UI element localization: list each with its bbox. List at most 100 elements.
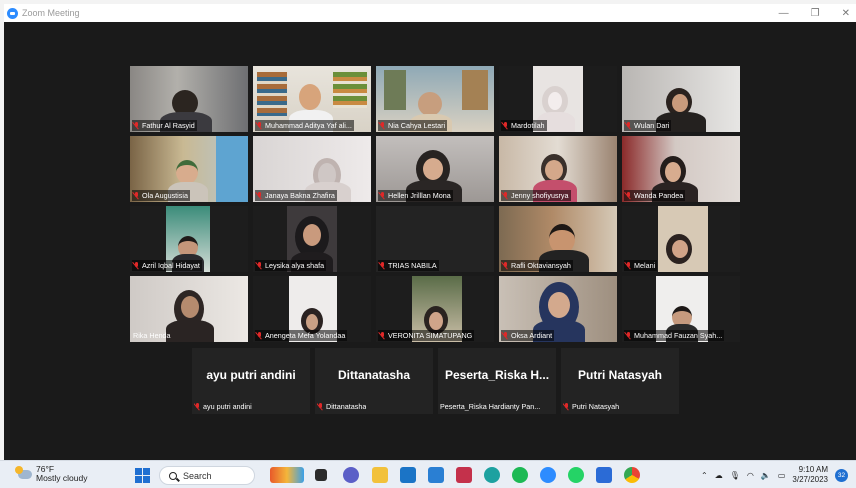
muted-mic-icon (133, 261, 140, 270)
participant-tile[interactable]: Wanda Pandea (622, 136, 740, 202)
participant-display-name: Peserta_Riska H... (444, 368, 550, 382)
participant-name: Oksa Ardiant (511, 331, 553, 340)
video-off-tile[interactable]: Peserta_Riska H... Peserta_Riska Hardian… (438, 348, 556, 414)
participant-tile[interactable]: Leysika alya shafa (253, 206, 371, 272)
participant-name: ayu putri andini (203, 402, 252, 411)
volume-icon[interactable]: 🔈 (761, 471, 771, 480)
muted-mic-icon (502, 331, 509, 340)
widgets-icon[interactable] (270, 467, 304, 483)
participant-name: Azril Iqbal Hidayat (142, 261, 200, 270)
battery-icon[interactable]: ▭ (778, 471, 786, 480)
participant-name: Wulan Dari (634, 121, 670, 130)
zoom-window: Zoom Meeting — ❐ ✕ Fathur Al Rasyid Muha… (0, 0, 856, 460)
participant-tile[interactable]: Muhammad Aditya Yaf ali... (253, 66, 371, 132)
chat-icon[interactable] (343, 467, 359, 483)
participant-name: Leysika alya shafa (265, 261, 325, 270)
microphone-icon[interactable]: 🎙 (730, 471, 740, 480)
weather-description: Mostly cloudy (36, 473, 88, 483)
file-explorer-icon[interactable] (372, 467, 388, 483)
participant-tile[interactable]: Anengeta Mefa Yolandaa (253, 276, 371, 342)
participant-tile[interactable]: Ola Augustisia (130, 136, 248, 202)
chrome-icon[interactable] (624, 467, 640, 483)
learning-app-icon[interactable] (400, 467, 416, 483)
taskbar-search[interactable]: Search (159, 466, 255, 485)
title-bar: Zoom Meeting — ❐ ✕ (4, 4, 856, 22)
muted-mic-icon (256, 261, 263, 270)
participant-name: Jenny shofiyusrya (511, 191, 569, 200)
participant-name: TRIAS NABILA (388, 261, 437, 270)
window-title: Zoom Meeting (22, 8, 80, 18)
participant-tile[interactable]: Nia Cahya Lestari (376, 66, 494, 132)
close-button[interactable]: ✕ (842, 8, 850, 19)
calendar-icon[interactable] (596, 467, 612, 483)
participant-name: VERONITA SIMATUPANG (388, 331, 473, 340)
participant-tile[interactable]: Muhammad Fauzan Syah... (622, 276, 740, 342)
weather-widget[interactable]: 76°F Mostly cloudy (15, 465, 88, 483)
participant-tile[interactable]: Wulan Dari (622, 66, 740, 132)
participant-name: Hellen Jrilllan Mona (388, 191, 451, 200)
zoom-logo-icon (7, 7, 18, 19)
muted-mic-icon (563, 402, 570, 411)
participant-tile[interactable]: VERONITA SIMATUPANG (376, 276, 494, 342)
clock[interactable]: 9:10 AM 3/27/2023 (792, 465, 828, 485)
store-icon[interactable] (428, 467, 444, 483)
participant-name: Rafli Oktaviansyah (511, 261, 571, 270)
participant-name: Muhammad Aditya Yaf ali... (265, 121, 352, 130)
participant-tile-active-speaker[interactable]: Rika Henda (130, 276, 248, 342)
participant-name: Wanda Pandea (634, 191, 684, 200)
muted-mic-icon (256, 121, 263, 130)
task-view-icon[interactable] (315, 469, 327, 481)
muted-mic-icon (625, 331, 632, 340)
participant-display-name: Putri Natasyah (577, 368, 663, 382)
participant-tile[interactable]: Rafli Oktaviansyah (499, 206, 617, 272)
participant-tile[interactable]: Melani (622, 206, 740, 272)
video-off-tile[interactable]: Putri Natasyah Putri Natasyah (561, 348, 679, 414)
participant-tile[interactable]: Janaya Bakna Zhafira (253, 136, 371, 202)
participant-tile[interactable]: Hellen Jrilllan Mona (376, 136, 494, 202)
muted-mic-icon (256, 331, 263, 340)
participant-name: Putri Natasyah (572, 402, 620, 411)
whatsapp-icon[interactable] (568, 467, 584, 483)
muted-mic-icon (502, 261, 509, 270)
edge-icon[interactable] (484, 467, 500, 483)
start-button[interactable] (135, 468, 150, 483)
mcafee-icon[interactable] (456, 467, 472, 483)
muted-mic-icon (625, 121, 632, 130)
maximize-button[interactable]: ❐ (811, 8, 820, 19)
video-off-tile[interactable]: Dittanatasha Dittanatasha (315, 348, 433, 414)
muted-mic-icon (317, 402, 324, 411)
muted-mic-icon (256, 191, 263, 200)
wifi-icon[interactable]: ◠ (747, 471, 754, 480)
participant-name: Melani (634, 261, 656, 270)
participant-tile[interactable]: Azril Iqbal Hidayat (130, 206, 248, 272)
participant-tile[interactable]: Mardotilah (499, 66, 617, 132)
search-icon (169, 471, 177, 480)
participant-name: Janaya Bakna Zhafira (265, 191, 335, 200)
gallery-view: Fathur Al Rasyid Muhammad Aditya Yaf ali… (4, 22, 856, 460)
participant-display-name: ayu putri andini (206, 368, 296, 382)
participant-name: Rika Henda (133, 331, 171, 340)
zoom-app-icon[interactable] (540, 467, 556, 483)
participant-tile[interactable]: Fathur Al Rasyid (130, 66, 248, 132)
clock-time: 9:10 AM (798, 465, 828, 474)
participant-name: Ola Augustisia (142, 191, 188, 200)
muted-mic-icon (502, 121, 509, 130)
muted-mic-icon (133, 121, 140, 130)
participant-tile[interactable]: Jenny shofiyusrya (499, 136, 617, 202)
spotify-icon[interactable] (512, 467, 528, 483)
participant-name: Anengeta Mefa Yolandaa (265, 331, 346, 340)
participant-tile[interactable]: TRIAS NABILA (376, 206, 494, 272)
participant-tile[interactable]: Oksa Ardiant (499, 276, 617, 342)
participant-name: Muhammad Fauzan Syah... (634, 331, 723, 340)
muted-mic-icon (379, 331, 386, 340)
muted-mic-icon (625, 191, 632, 200)
video-off-tile[interactable]: ayu putri andini ayu putri andini (192, 348, 310, 414)
participant-name: Dittanatasha (326, 402, 367, 411)
onedrive-icon[interactable]: ☁ (715, 471, 723, 480)
partly-cloudy-icon (15, 465, 32, 479)
search-placeholder: Search (183, 470, 212, 481)
minimize-button[interactable]: — (779, 8, 789, 19)
notification-badge[interactable]: 32 (835, 468, 848, 482)
participant-name: Peserta_Riska Hardianty Pan... (440, 402, 541, 411)
chevron-up-icon[interactable]: ⌃ (701, 471, 708, 480)
